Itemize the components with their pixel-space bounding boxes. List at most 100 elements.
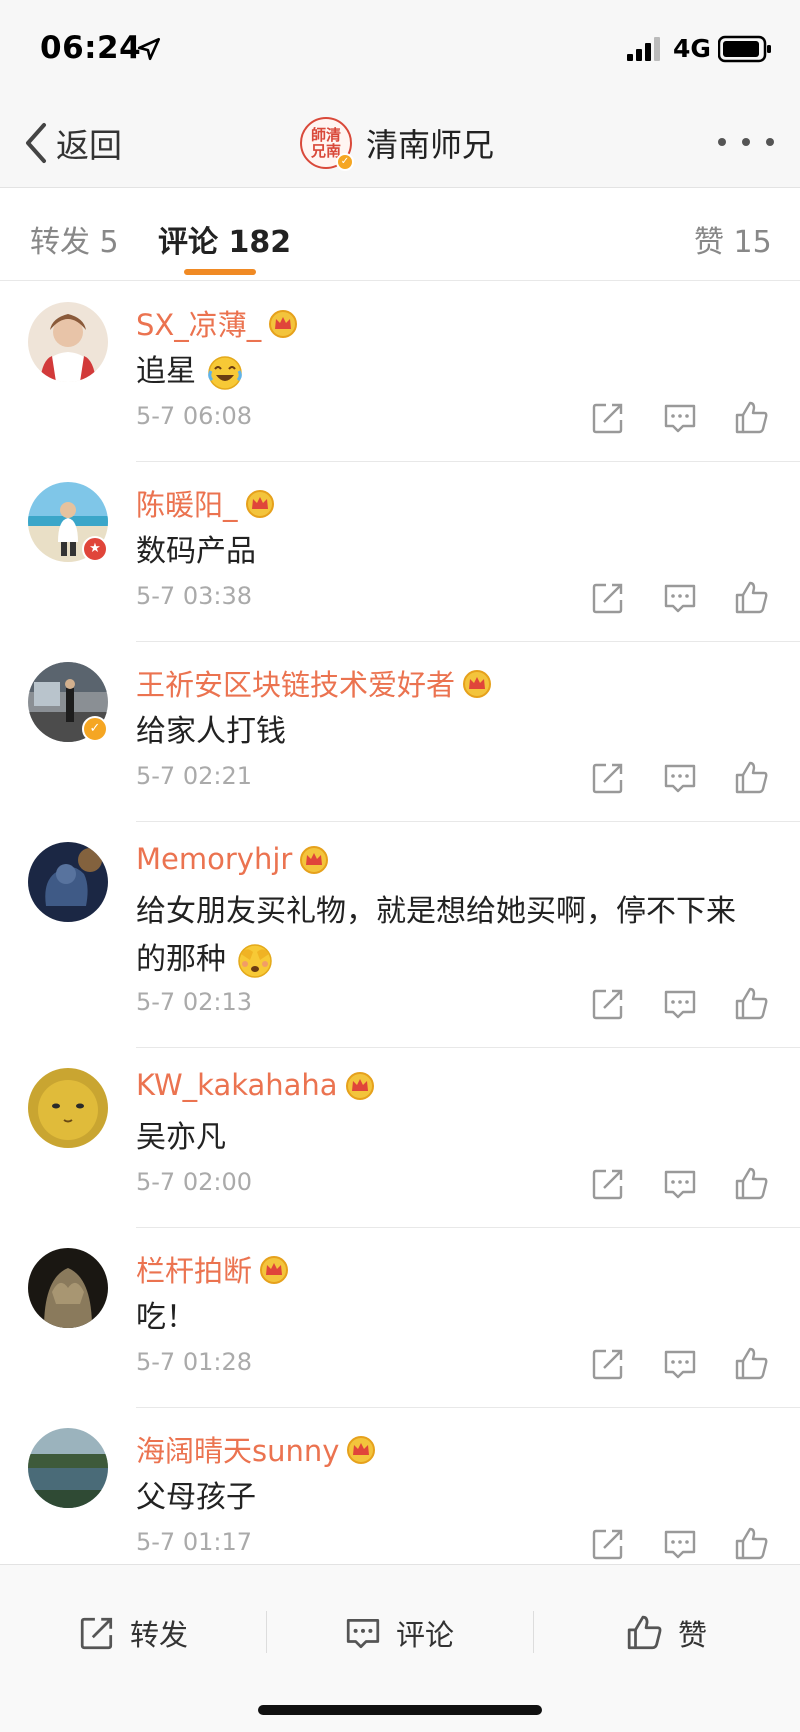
comment-item: KW_kakahaha 吴亦凡 5-7 02:00 [0, 1048, 800, 1228]
reply-comment-icon[interactable] [662, 580, 698, 616]
avatar[interactable] [28, 842, 108, 922]
tab-like[interactable]: 赞 15 [694, 217, 772, 261]
username-text: 栏杆拍断 [136, 1254, 253, 1288]
membership-crown-icon [347, 1436, 376, 1464]
tab-repost[interactable]: 转发 5 [30, 217, 119, 261]
like-thumb-icon[interactable] [734, 1166, 770, 1202]
comment-actions [590, 760, 770, 800]
comment-text-content: 数码产品 [136, 534, 256, 569]
reply-comment-icon[interactable] [662, 1526, 698, 1562]
dot-icon [766, 138, 774, 146]
username-text: 海阔晴天sunny [136, 1434, 340, 1468]
comment-username[interactable]: SX_凉薄_ [136, 302, 299, 344]
comment-text: 追星 [136, 348, 756, 396]
like-thumb-icon[interactable] [734, 400, 770, 436]
account-avatar: 師清兄南 ✓ [300, 117, 354, 171]
username-text: 陈暖阳_ [136, 488, 238, 522]
like-thumb-icon[interactable] [734, 760, 770, 796]
repost-icon[interactable] [590, 400, 626, 436]
comment-actions [590, 580, 770, 620]
username-text: KW_kakahaha [136, 1068, 338, 1102]
back-button[interactable]: 返回 [22, 118, 122, 168]
comment-username[interactable]: 海阔晴天sunny [136, 1428, 377, 1470]
top-header: 06:24 4G 返回 師清兄南 ✓ 清南师兄 [0, 0, 800, 188]
repost-icon[interactable] [590, 1346, 626, 1382]
comment-username[interactable]: 栏杆拍断 [136, 1248, 290, 1290]
vip-star-badge-icon: ★ [82, 536, 108, 562]
like-thumb-icon[interactable] [734, 1346, 770, 1382]
comment-actions [590, 400, 770, 440]
like-label: 赞 [678, 1618, 708, 1652]
comment-time: 5-7 06:08 [136, 402, 252, 430]
comment-text: 吴亦凡 [136, 1114, 756, 1162]
home-indicator[interactable] [258, 1705, 542, 1715]
comment-actions [590, 1166, 770, 1206]
comment-text: 父母孩子 [136, 1474, 756, 1522]
comment-text-content: 父母孩子 [136, 1480, 256, 1515]
avatar[interactable] [28, 1068, 108, 1148]
like-thumb-icon[interactable] [734, 580, 770, 616]
comment-time: 5-7 03:38 [136, 582, 252, 610]
avatar[interactable] [28, 302, 108, 382]
dot-icon [742, 138, 750, 146]
comment-icon [346, 1618, 380, 1649]
comment-item: 栏杆拍断 吃！ 5-7 01:28 [0, 1228, 800, 1408]
repost-icon[interactable] [590, 986, 626, 1022]
reply-comment-icon[interactable] [662, 1346, 698, 1382]
page-title: 清南师兄 [366, 126, 495, 164]
like-thumb-icon[interactable] [734, 1526, 770, 1562]
comment-item: ★ 陈暖阳_ 数码产品 5-7 03:38 [0, 462, 800, 642]
reply-comment-icon[interactable] [662, 986, 698, 1022]
membership-crown-icon [463, 670, 492, 698]
repost-icon[interactable] [590, 760, 626, 796]
membership-crown-icon [269, 310, 298, 338]
repost-icon[interactable] [590, 1166, 626, 1202]
active-tab-indicator [184, 269, 256, 275]
battery-icon [718, 35, 771, 63]
repost-button[interactable]: 转发 [78, 1613, 188, 1653]
username-text: 王祈安区块链技术爱好者 [136, 668, 456, 702]
comment-text: 数码产品 [136, 528, 756, 576]
dot-icon [718, 138, 726, 146]
more-options-button[interactable] [718, 130, 774, 154]
repost-icon [80, 1617, 113, 1650]
comment-actions [590, 1346, 770, 1386]
avatar[interactable] [28, 1428, 108, 1508]
like-thumb-icon[interactable] [734, 986, 770, 1022]
back-label: 返回 [56, 126, 122, 165]
verified-badge-icon: ✓ [82, 716, 108, 742]
repost-icon[interactable] [590, 580, 626, 616]
shy-emoji-icon [237, 943, 272, 978]
nav-title-group[interactable]: 師清兄南 ✓ 清南师兄 [300, 112, 494, 174]
comment-text: 给女朋友买礼物，就是想给她买啊，停不下来的那种 [136, 888, 756, 984]
comment-username[interactable]: Memoryhjr [136, 842, 330, 876]
membership-crown-icon [260, 1256, 289, 1284]
reply-comment-icon[interactable] [662, 760, 698, 796]
comment-text-content: 追星 [136, 354, 196, 389]
repost-icon[interactable] [590, 1526, 626, 1562]
comment-time: 5-7 01:28 [136, 1348, 252, 1376]
divider [533, 1611, 534, 1653]
repost-label: 转发 [130, 1618, 189, 1652]
comment-text-content: 吃！ [136, 1300, 196, 1335]
username-text: Memoryhjr [136, 842, 293, 876]
comment-username[interactable]: 陈暖阳_ [136, 482, 276, 524]
comment-username[interactable]: 王祈安区块链技术爱好者 [136, 662, 493, 704]
like-button[interactable]: 赞 [626, 1613, 707, 1653]
comment-item: 海阔晴天sunny 父母孩子 5-7 01:17 [0, 1408, 800, 1564]
tab-comment[interactable]: 评论 182 [158, 217, 291, 261]
avatar[interactable] [28, 1248, 108, 1328]
comment-list[interactable]: SX_凉薄_ 追星 5-7 06:08 ★ 陈暖阳_ 数码产品 5-7 03:3… [0, 282, 800, 1564]
comment-item: Memoryhjr 给女朋友买礼物，就是想给她买啊，停不下来的那种 5-7 02… [0, 822, 800, 1048]
comment-button[interactable]: 评论 [344, 1613, 454, 1653]
comment-text: 吃！ [136, 1294, 756, 1342]
reply-comment-icon[interactable] [662, 1166, 698, 1202]
reply-comment-icon[interactable] [662, 400, 698, 436]
chevron-left-icon [26, 123, 46, 163]
membership-crown-icon [300, 846, 329, 874]
comment-text-content: 给家人打钱 [136, 714, 286, 749]
comment-time: 5-7 01:17 [136, 1528, 252, 1556]
comment-text-content: 给女朋友买礼物，就是想给她买啊，停不下来的那种 [136, 894, 736, 977]
comment-username[interactable]: KW_kakahaha [136, 1068, 376, 1102]
interaction-tabs: 转发 5 评论 182 赞 15 [0, 189, 800, 281]
